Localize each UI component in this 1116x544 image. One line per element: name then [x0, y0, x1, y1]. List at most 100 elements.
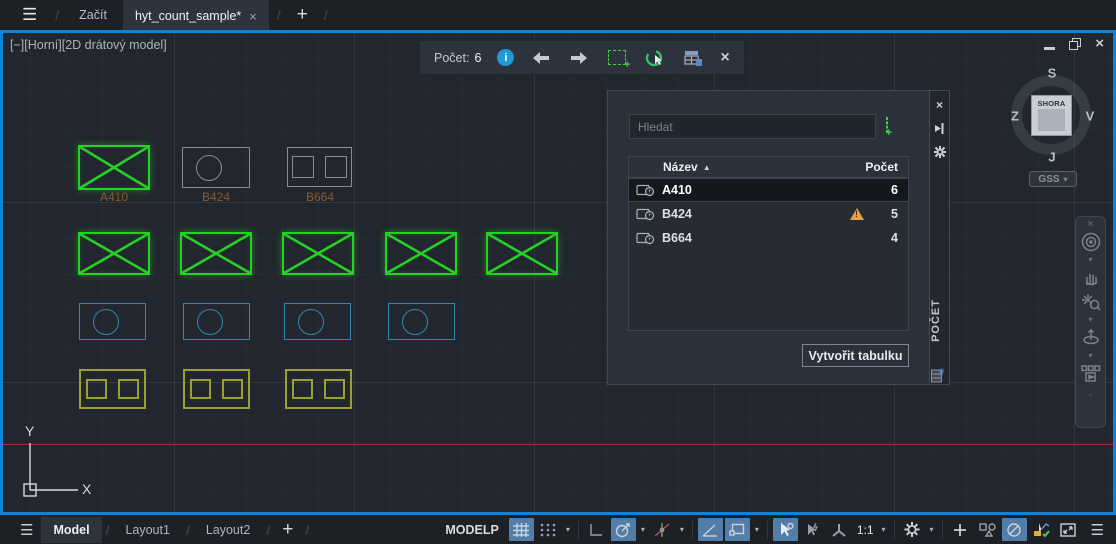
tab-model[interactable]: Model — [41, 516, 102, 543]
viewcube-face-label: SHORA — [1037, 99, 1066, 108]
object-snap-lightning-icon[interactable] — [800, 518, 825, 541]
snap-icon[interactable] — [536, 518, 561, 541]
canvas-block-x[interactable] — [385, 232, 457, 275]
next-arrow-icon[interactable] — [568, 48, 590, 68]
palette-close-icon[interactable]: × — [936, 99, 943, 111]
close-count-icon[interactable]: × — [720, 49, 729, 67]
ucs-dropdown-button[interactable]: GSS ▾ — [1029, 171, 1077, 187]
close-icon[interactable]: × — [1095, 36, 1104, 51]
viewcube-east[interactable]: V — [1086, 109, 1095, 124]
isometric-angle-icon[interactable] — [697, 518, 723, 541]
column-name-header[interactable]: Název — [629, 160, 698, 174]
canvas-block-x[interactable] — [78, 232, 150, 275]
annotation-scale[interactable]: 1:1 — [854, 523, 877, 537]
pan-hand-icon[interactable] — [1079, 266, 1103, 290]
canvas-block-squares[interactable] — [287, 147, 352, 187]
grid-icon[interactable] — [508, 518, 534, 541]
count-palette: Název ▲ Počet A410 ! 6 B424 ! 5 B664 ! 4… — [607, 90, 950, 385]
previous-arrow-icon[interactable] — [530, 48, 552, 68]
autohide-pin-icon[interactable] — [934, 123, 945, 134]
zoom-icon[interactable] — [1079, 290, 1103, 314]
chevron-down-icon[interactable]: ▾ — [927, 525, 937, 534]
table-hash-icon[interactable]: # — [931, 367, 946, 386]
ortho-icon[interactable] — [584, 518, 609, 541]
canvas-block-circle[interactable] — [388, 303, 455, 340]
restore-icon[interactable] — [1069, 38, 1082, 50]
canvas-block-x[interactable] — [486, 232, 558, 275]
properties-gear-icon[interactable] — [933, 146, 946, 158]
chevron-down-icon[interactable]: ▾ — [677, 525, 687, 534]
canvas-block-squares[interactable] — [183, 369, 250, 409]
chevron-down-icon[interactable]: ▾ — [563, 525, 573, 534]
canvas-block-x[interactable] — [78, 145, 150, 190]
app-menu-icon[interactable]: ☰ — [12, 5, 47, 25]
create-table-button[interactable]: Vytvořit tabulku — [802, 344, 909, 367]
tab-start[interactable]: Začít — [67, 3, 119, 27]
table-row[interactable]: B664 ! 4 — [629, 226, 908, 250]
tab-separator: / — [276, 7, 281, 23]
isolate-objects-icon[interactable] — [975, 518, 1000, 541]
chevron-down-icon[interactable]: ▾ — [638, 525, 648, 534]
minimize-icon[interactable] — [1044, 46, 1056, 50]
workspace-gear-icon[interactable] — [900, 518, 925, 541]
showmotion-icon[interactable] — [1079, 362, 1103, 386]
viewcube-west[interactable]: Z — [1011, 109, 1019, 124]
tab-layout2[interactable]: Layout2 — [194, 517, 262, 543]
chevron-down-icon[interactable]: ▾ — [1088, 316, 1092, 324]
info-icon[interactable]: i — [497, 49, 515, 66]
autocad-window: ☰ / Začít hyt_count_sample* × / + / A410… — [0, 0, 1116, 544]
table-row[interactable]: B424 ! 5 — [629, 202, 908, 226]
selection-cycling-icon[interactable] — [724, 518, 750, 541]
canvas-block-circle[interactable] — [182, 147, 250, 188]
graphics-performance-icon[interactable] — [1029, 518, 1054, 541]
canvas-block-circle[interactable] — [183, 303, 250, 340]
canvas-block-squares[interactable] — [285, 369, 352, 409]
chevron-down-icon[interactable]: ▾ — [752, 525, 762, 534]
object-snap-icon[interactable] — [772, 518, 798, 541]
ucs-icon: Y X — [23, 423, 92, 497]
svg-text:#: # — [939, 368, 944, 377]
layout-menu-icon[interactable]: ☰ — [12, 521, 41, 539]
tab-drawing[interactable]: hyt_count_sample* × — [122, 0, 269, 30]
tab-layout1[interactable]: Layout1 — [113, 517, 181, 543]
canvas-block-squares[interactable] — [79, 369, 146, 409]
tab-close-icon[interactable]: × — [249, 9, 257, 24]
canvas-block-circle[interactable] — [79, 303, 146, 340]
navbar-close-icon[interactable]: × — [1087, 219, 1093, 230]
polar-tracking-icon[interactable] — [610, 518, 636, 541]
customization-menu-icon[interactable]: ☰ — [1083, 521, 1112, 539]
canvas-block-x[interactable] — [282, 232, 354, 275]
new-tab-button[interactable]: + — [289, 4, 316, 26]
viewcube-top-face[interactable]: SHORA — [1031, 95, 1072, 136]
create-table-icon[interactable] — [682, 48, 704, 68]
canvas-block-x[interactable] — [180, 232, 252, 275]
canvas-block-circle[interactable] — [284, 303, 351, 340]
viewport-controls-label[interactable]: [−][Horní][2D drátový model] — [10, 38, 167, 52]
object-snap-tracking-icon[interactable] — [650, 518, 675, 541]
select-similar-icon[interactable] — [644, 48, 666, 68]
transparency-icon[interactable] — [1001, 518, 1027, 541]
navbar-handle-icon[interactable]: ◦ — [1089, 390, 1093, 401]
pick-selection-icon[interactable] — [606, 48, 630, 71]
object-snap-3d-icon[interactable] — [827, 518, 852, 541]
table-row[interactable]: A410 ! 6 — [629, 178, 908, 202]
orbit-icon[interactable] — [1079, 326, 1103, 350]
viewcube-south[interactable]: J — [1048, 150, 1055, 165]
model-space-label[interactable]: MODELP — [445, 523, 498, 537]
block-name: B664 — [662, 231, 692, 245]
tab-separator: / — [323, 7, 328, 23]
count-label: Počet: 6 — [434, 50, 482, 65]
column-count-header[interactable]: Počet — [865, 160, 908, 174]
warning-icon: ! — [850, 208, 864, 220]
chevron-down-icon[interactable]: ▾ — [1088, 352, 1092, 360]
clean-screen-icon[interactable] — [1056, 518, 1081, 541]
search-input[interactable] — [629, 114, 876, 139]
chevron-down-icon[interactable]: ▾ — [879, 525, 889, 534]
chevron-down-icon[interactable]: ▾ — [1088, 256, 1092, 264]
viewcube-north[interactable]: S — [1048, 66, 1057, 81]
tab-separator: / — [185, 521, 190, 538]
navigation-wheel-icon[interactable] — [1079, 230, 1103, 254]
new-layout-button[interactable]: + — [274, 519, 301, 541]
crosshair-plus-icon[interactable] — [948, 518, 973, 541]
pick-blocks-icon[interactable] — [886, 117, 888, 133]
